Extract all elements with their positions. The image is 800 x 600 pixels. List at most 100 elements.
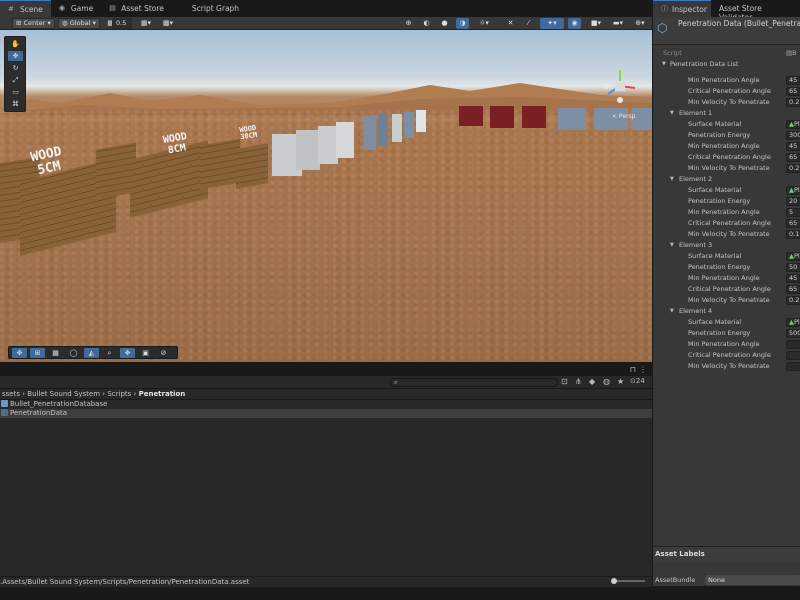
favorite-star-icon[interactable]: ★ bbox=[617, 377, 624, 386]
tab-asset-store-validator[interactable]: Asset Store Validator bbox=[711, 0, 800, 22]
list-element-header[interactable]: ▼ Element 4 bbox=[653, 306, 800, 317]
circle-overlay-icon[interactable]: ◯ bbox=[66, 348, 81, 358]
tab-game[interactable]: ◉ Game bbox=[51, 0, 101, 17]
hand-tool-icon[interactable]: ✋ bbox=[8, 39, 23, 49]
chevron-down-icon[interactable]: ▼ bbox=[670, 108, 674, 119]
terrain-overlay-icon[interactable]: ◭ bbox=[84, 348, 99, 358]
asset-labels-header[interactable]: Asset Labels bbox=[653, 546, 800, 562]
search-overlay-icon[interactable]: ⌕ bbox=[102, 348, 117, 358]
number-field[interactable] bbox=[786, 340, 800, 349]
list-header[interactable]: ▼ Penetration Data List bbox=[653, 59, 800, 70]
sphere-icon[interactable]: ● bbox=[438, 18, 451, 29]
number-field[interactable]: 65 bbox=[786, 153, 800, 162]
object-field[interactable]: ▲Pl bbox=[786, 318, 800, 327]
scene-viewport[interactable]: WOOD 5CM WOOD 8CM WOOD 30CM < Persp bbox=[0, 30, 652, 362]
concrete-plate[interactable] bbox=[416, 110, 426, 132]
projection-label[interactable]: < Persp bbox=[612, 113, 635, 120]
number-field[interactable]: 0.2 bbox=[786, 164, 800, 173]
paint-overlay-icon[interactable]: ▣ bbox=[138, 348, 153, 358]
breadcrumb-item[interactable]: ssets bbox=[2, 390, 20, 398]
lock-icon[interactable]: ⊓ bbox=[630, 365, 636, 374]
transform-tool-icon[interactable]: ⌘ bbox=[8, 99, 23, 109]
list-element-header[interactable]: ▼ Element 3 bbox=[653, 240, 800, 251]
brick-plate[interactable] bbox=[522, 106, 546, 128]
concrete-plate[interactable] bbox=[318, 126, 338, 164]
number-field[interactable]: 5 bbox=[786, 208, 800, 217]
list-element-header[interactable]: ▼ Element 2 bbox=[653, 174, 800, 185]
visibility-icon[interactable]: ◉ bbox=[568, 18, 581, 29]
number-field[interactable]: 65 bbox=[786, 285, 800, 294]
number-field[interactable]: 50 bbox=[786, 263, 800, 272]
filter-type-icon[interactable]: ⊡ bbox=[561, 377, 568, 386]
more-menu-icon[interactable]: ⋮ bbox=[639, 365, 647, 374]
assetbundle-dropdown[interactable]: None bbox=[705, 575, 800, 585]
number-field[interactable]: 65 bbox=[786, 87, 800, 96]
move-tool-icon[interactable]: ✥ bbox=[8, 51, 23, 61]
rect-tool-icon[interactable]: ▭ bbox=[8, 87, 23, 97]
object-field[interactable]: ▲Pl bbox=[786, 186, 800, 195]
project-search-input[interactable]: ⌕ bbox=[390, 378, 558, 387]
concrete-plate[interactable] bbox=[336, 122, 354, 158]
moon-icon[interactable]: ◑ bbox=[456, 18, 469, 29]
chevron-down-icon[interactable]: ▼ bbox=[670, 240, 674, 251]
effects-dropdown-icon[interactable]: ✦▾ bbox=[540, 18, 564, 29]
number-field[interactable]: 0.2 bbox=[786, 98, 800, 107]
grid-snap-icon[interactable]: ▩▾ bbox=[158, 18, 178, 29]
number-field[interactable]: 0.2 bbox=[786, 296, 800, 305]
number-field[interactable]: 0.1 bbox=[786, 230, 800, 239]
number-field[interactable]: 45 bbox=[786, 142, 800, 151]
concrete-plate[interactable] bbox=[296, 130, 320, 170]
lighting-icon[interactable]: ☼▾ bbox=[474, 18, 494, 29]
settings-overlay-icon[interactable]: ⊘ bbox=[156, 348, 171, 358]
number-field[interactable] bbox=[786, 351, 800, 360]
draw-mode-icon[interactable]: ⊕▾ bbox=[630, 18, 650, 29]
chevron-down-icon[interactable]: ▼ bbox=[662, 59, 666, 70]
list-item[interactable]: Bullet_PenetrationDatabase bbox=[0, 400, 652, 409]
grid-overlay-icon[interactable]: ▦ bbox=[48, 348, 63, 358]
wood-plate[interactable] bbox=[236, 143, 268, 189]
hidden-packages-icon[interactable]: ◍ bbox=[603, 377, 610, 386]
metal-plate[interactable] bbox=[378, 114, 388, 146]
number-field[interactable]: 65 bbox=[786, 219, 800, 228]
move-overlay-icon[interactable]: ✥ bbox=[12, 348, 27, 358]
tag-icon[interactable]: ◆ bbox=[589, 377, 595, 386]
breadcrumb-item[interactable]: Scripts bbox=[107, 390, 131, 398]
number-field[interactable]: 45 bbox=[786, 274, 800, 283]
number-field[interactable] bbox=[786, 362, 800, 371]
target-icon[interactable]: ⊕ bbox=[402, 18, 415, 29]
shading-icon[interactable]: ◐ bbox=[420, 18, 433, 29]
filter-label-icon[interactable]: ⋔ bbox=[575, 377, 582, 386]
grid-toggle-icon[interactable]: ▦▾ bbox=[136, 18, 156, 29]
tab-script-graph[interactable]: Script Graph bbox=[172, 0, 247, 17]
gravel-plate[interactable] bbox=[558, 108, 586, 130]
snap-value-field[interactable]: 0.5 bbox=[112, 18, 132, 29]
camera-icon[interactable]: ■▾ bbox=[586, 18, 606, 29]
snap-overlay-icon[interactable]: ⊞ bbox=[30, 348, 45, 358]
wood-plate[interactable] bbox=[200, 138, 240, 190]
concrete-plate[interactable] bbox=[392, 114, 402, 142]
tab-asset-store[interactable]: ▤ Asset Store bbox=[101, 0, 172, 17]
mute-audio-icon[interactable]: ✕ bbox=[504, 18, 517, 29]
rotate-tool-icon[interactable]: ↻ bbox=[8, 63, 23, 73]
breadcrumb-item[interactable]: Bullet Sound System bbox=[27, 390, 100, 398]
list-item[interactable]: PenetrationData bbox=[0, 409, 652, 418]
fx-icon[interactable]: ⁄ bbox=[522, 18, 535, 29]
slider-handle[interactable] bbox=[611, 578, 617, 584]
object-field[interactable]: ▲Pl bbox=[786, 252, 800, 261]
tab-inspector[interactable]: ⓘ Inspector bbox=[653, 0, 711, 17]
number-field[interactable]: 45 bbox=[786, 76, 800, 85]
space-dropdown[interactable]: ◍ Global ▾ bbox=[58, 18, 100, 29]
list-element-header[interactable]: ▼ Element 1 bbox=[653, 108, 800, 119]
gizmos-icon[interactable]: ▬▾ bbox=[608, 18, 628, 29]
tab-scene[interactable]: # Scene bbox=[0, 0, 51, 17]
number-field[interactable]: 500 bbox=[786, 329, 800, 338]
brick-plate[interactable] bbox=[490, 106, 514, 128]
breadcrumb-current[interactable]: Penetration bbox=[139, 390, 186, 398]
brick-plate[interactable] bbox=[459, 106, 483, 126]
navigate-overlay-icon[interactable]: ✥ bbox=[120, 348, 135, 358]
number-field[interactable]: 20 bbox=[786, 197, 800, 206]
number-field[interactable]: 300 bbox=[786, 131, 800, 140]
object-field[interactable]: ▲Pl bbox=[786, 120, 800, 129]
chevron-down-icon[interactable]: ▼ bbox=[670, 306, 674, 317]
pivot-dropdown[interactable]: ⊞ Center ▾ bbox=[12, 18, 55, 29]
